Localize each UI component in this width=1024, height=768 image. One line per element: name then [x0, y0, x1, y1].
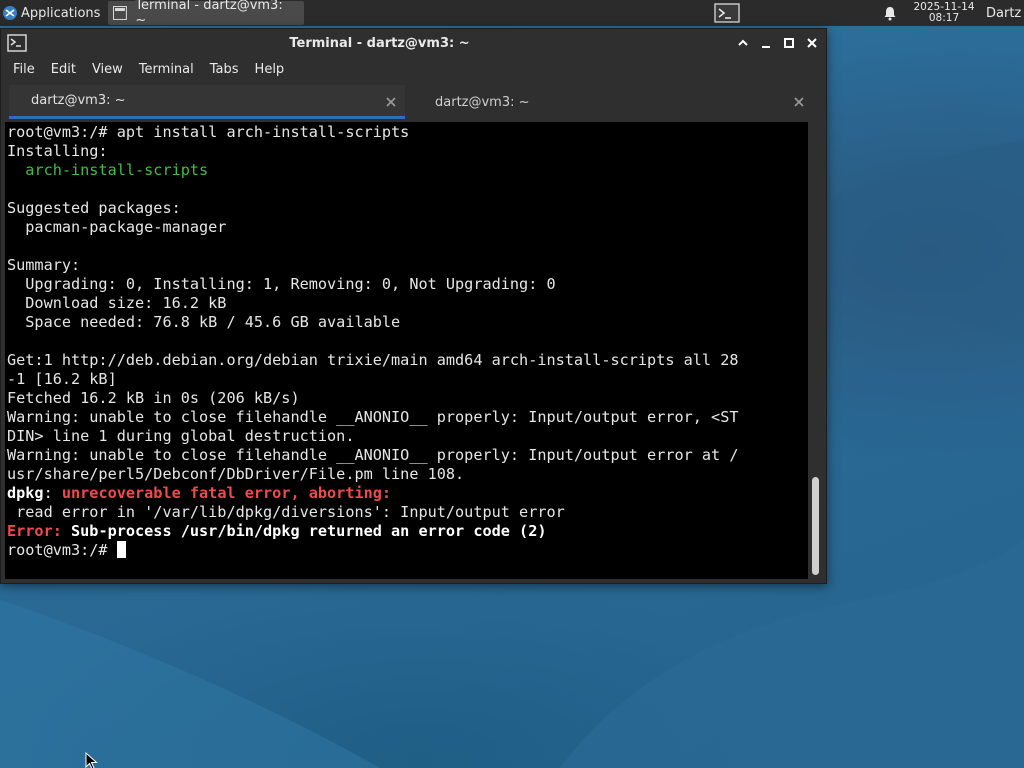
terminal-text: Installing: [7, 142, 108, 160]
terminal-line: dpkg: unrecoverable fatal error, abortin… [7, 484, 808, 503]
minimize-icon [762, 46, 770, 48]
tab-1[interactable]: dartz@vm3: ~ [9, 85, 405, 119]
terminal-line: Installing: [7, 142, 808, 161]
maximize-button[interactable] [781, 35, 797, 51]
terminal-text: root@vm3:/# apt install arch-install-scr… [7, 123, 410, 141]
terminal-line: Summary: [7, 256, 808, 275]
menu-bar: File Edit View Terminal Tabs Help [1, 57, 826, 81]
tab-1-label: dartz@vm3: ~ [31, 93, 126, 108]
menu-view[interactable]: View [84, 62, 131, 77]
mouse-pointer-icon [85, 752, 98, 768]
terminal-line: Error: Sub-process /usr/bin/dpkg returne… [7, 522, 808, 541]
terminal-icon [113, 6, 128, 20]
terminal-line: Upgrading: 0, Installing: 1, Removing: 0… [7, 275, 808, 294]
maximize-icon [784, 38, 794, 48]
menu-edit[interactable]: Edit [43, 62, 84, 77]
menu-tabs[interactable]: Tabs [202, 62, 247, 77]
terminal-text: Get:1 http://deb.debian.org/debian trixi… [7, 351, 739, 369]
tab-2-close-icon[interactable] [793, 96, 805, 108]
applications-menu-button[interactable]: Applications [0, 0, 104, 26]
terminal-line: -1 [16.2 kB] [7, 370, 808, 389]
terminal-text: Suggested packages: [7, 199, 181, 217]
terminal-text: Upgrading: 0, Installing: 1, Removing: 0… [7, 275, 556, 293]
menu-terminal[interactable]: Terminal [131, 62, 202, 77]
terminal-output[interactable]: root@vm3:/# apt install arch-install-scr… [5, 122, 808, 579]
menu-file[interactable]: File [5, 62, 43, 77]
terminal-line: Suggested packages: [7, 199, 808, 218]
terminal-line: read error in '/var/lib/dpkg/diversions'… [7, 503, 808, 522]
tab-bar: dartz@vm3: ~ dartz@vm3: ~ [1, 81, 826, 121]
shade-button[interactable] [735, 35, 751, 51]
tab-1-close-icon[interactable] [385, 96, 397, 108]
terminal-text: : [43, 484, 62, 502]
terminal-text: Warning: unable to close filehandle __AN… [7, 446, 739, 464]
terminal-line: root@vm3:/# [7, 541, 808, 560]
chevron-up-icon [738, 39, 748, 46]
terminal-scrollbar[interactable] [808, 122, 826, 579]
window-title: Terminal - dartz@vm3: ~ [289, 36, 470, 51]
terminal-text: unrecoverable fatal error, aborting: [61, 484, 392, 502]
terminal-line: arch-install-scripts [7, 161, 808, 180]
user-menu[interactable]: Dartz [986, 6, 1024, 21]
terminal-line: Download size: 16.2 kB [7, 294, 808, 313]
terminal-text: dpkg [7, 484, 44, 502]
terminal-prompt-icon [714, 3, 740, 23]
taskbar-terminal-button[interactable]: Terminal - dartz@vm3: ~ [108, 0, 305, 28]
terminal-text: Error: [7, 522, 72, 540]
terminal-text: Space needed: 76.8 kB / 45.6 GB availabl… [7, 313, 401, 331]
terminal-line: Space needed: 76.8 kB / 45.6 GB availabl… [7, 313, 808, 332]
terminal-line: pacman-package-manager [7, 218, 808, 237]
terminal-text: root@vm3:/# [7, 541, 117, 559]
tab-2-label: dartz@vm3: ~ [435, 94, 530, 110]
terminal-line: Warning: unable to close filehandle __AN… [7, 408, 808, 427]
terminal-text: read error in '/var/lib/dpkg/diversions'… [7, 503, 565, 521]
scrollbar-thumb[interactable] [812, 477, 819, 575]
terminal-launcher-button[interactable] [712, 2, 742, 24]
terminal-text: arch-install-scripts [25, 161, 209, 179]
terminal-text: Download size: 16.2 kB [7, 294, 227, 312]
terminal-text: Summary: [7, 256, 81, 274]
xfce-mouse-icon [3, 6, 17, 20]
terminal-line: usr/share/perl5/Debconf/DbDriver/File.pm… [7, 465, 808, 484]
menu-help[interactable]: Help [247, 62, 293, 77]
close-button[interactable] [804, 35, 820, 51]
terminal-window: Terminal - dartz@vm3: ~ File Edit View T… [0, 28, 827, 584]
terminal-text: Warning: unable to close filehandle __AN… [7, 408, 739, 426]
terminal-text: -1 [16.2 kB] [7, 370, 117, 388]
clock-time: 08:17 [928, 12, 960, 24]
terminal-text: pacman-package-manager [7, 218, 227, 236]
terminal-text: DIN> line 1 during global destruction. [7, 427, 355, 445]
terminal-cursor [116, 541, 126, 558]
window-titlebar[interactable]: Terminal - dartz@vm3: ~ [1, 29, 826, 57]
top-panel: Applications Terminal - dartz@vm3: ~ 202… [0, 0, 1024, 28]
terminal-line: DIN> line 1 during global destruction. [7, 427, 808, 446]
clock[interactable]: 2025-11-14 08:17 [912, 2, 976, 24]
minimize-button[interactable] [758, 35, 774, 51]
terminal-line: Get:1 http://deb.debian.org/debian trixi… [7, 351, 808, 370]
terminal-line: Warning: unable to close filehandle __AN… [7, 446, 808, 465]
taskbar-terminal-label: Terminal - dartz@vm3: ~ [135, 0, 283, 28]
bell-icon[interactable] [882, 5, 898, 21]
terminal-line: root@vm3:/# apt install arch-install-scr… [7, 123, 808, 142]
terminal-text: usr/share/perl5/Debconf/DbDriver/File.pm… [7, 465, 465, 483]
terminal-line: Fetched 16.2 kB in 0s (206 kB/s) [7, 389, 808, 408]
terminal-text: Fetched 16.2 kB in 0s (206 kB/s) [7, 389, 300, 407]
tab-2[interactable]: dartz@vm3: ~ [413, 85, 813, 119]
close-icon [807, 38, 817, 48]
applications-label: Applications [21, 5, 101, 21]
terminal-text: Sub-process /usr/bin/dpkg returned an er… [71, 522, 547, 540]
